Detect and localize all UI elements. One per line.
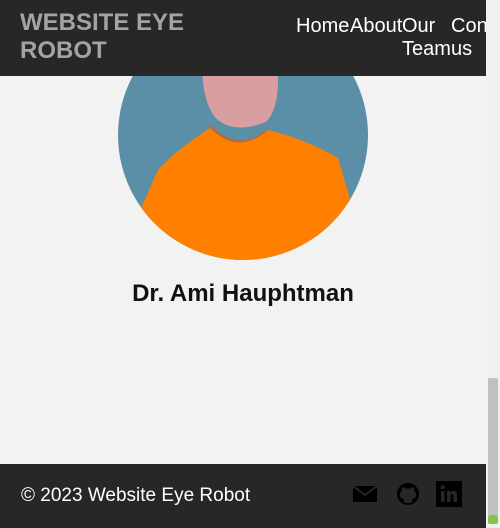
site-header: WEBSITE EYE ROBOT Home About Our Team Co…	[0, 0, 486, 76]
site-footer: © 2023 Website Eye Robot	[0, 464, 486, 528]
scrollbar-thumb[interactable]	[488, 378, 498, 516]
nav-link-home[interactable]: Home	[296, 15, 349, 38]
github-icon[interactable]	[395, 481, 421, 507]
nav-link-about[interactable]: About	[350, 15, 402, 38]
footer-copyright: © 2023 Website Eye Robot	[21, 485, 251, 506]
profile-name: Dr. Ami Hauphtman	[132, 280, 354, 307]
status-indicator-icon	[488, 515, 498, 524]
site-brand[interactable]: WEBSITE EYE ROBOT	[20, 9, 210, 65]
nav-link-contact[interactable]: Contact us	[429, 15, 486, 61]
page-scrollbar[interactable]	[486, 0, 500, 528]
mail-icon[interactable]	[352, 481, 378, 507]
linkedin-icon[interactable]	[436, 481, 462, 507]
